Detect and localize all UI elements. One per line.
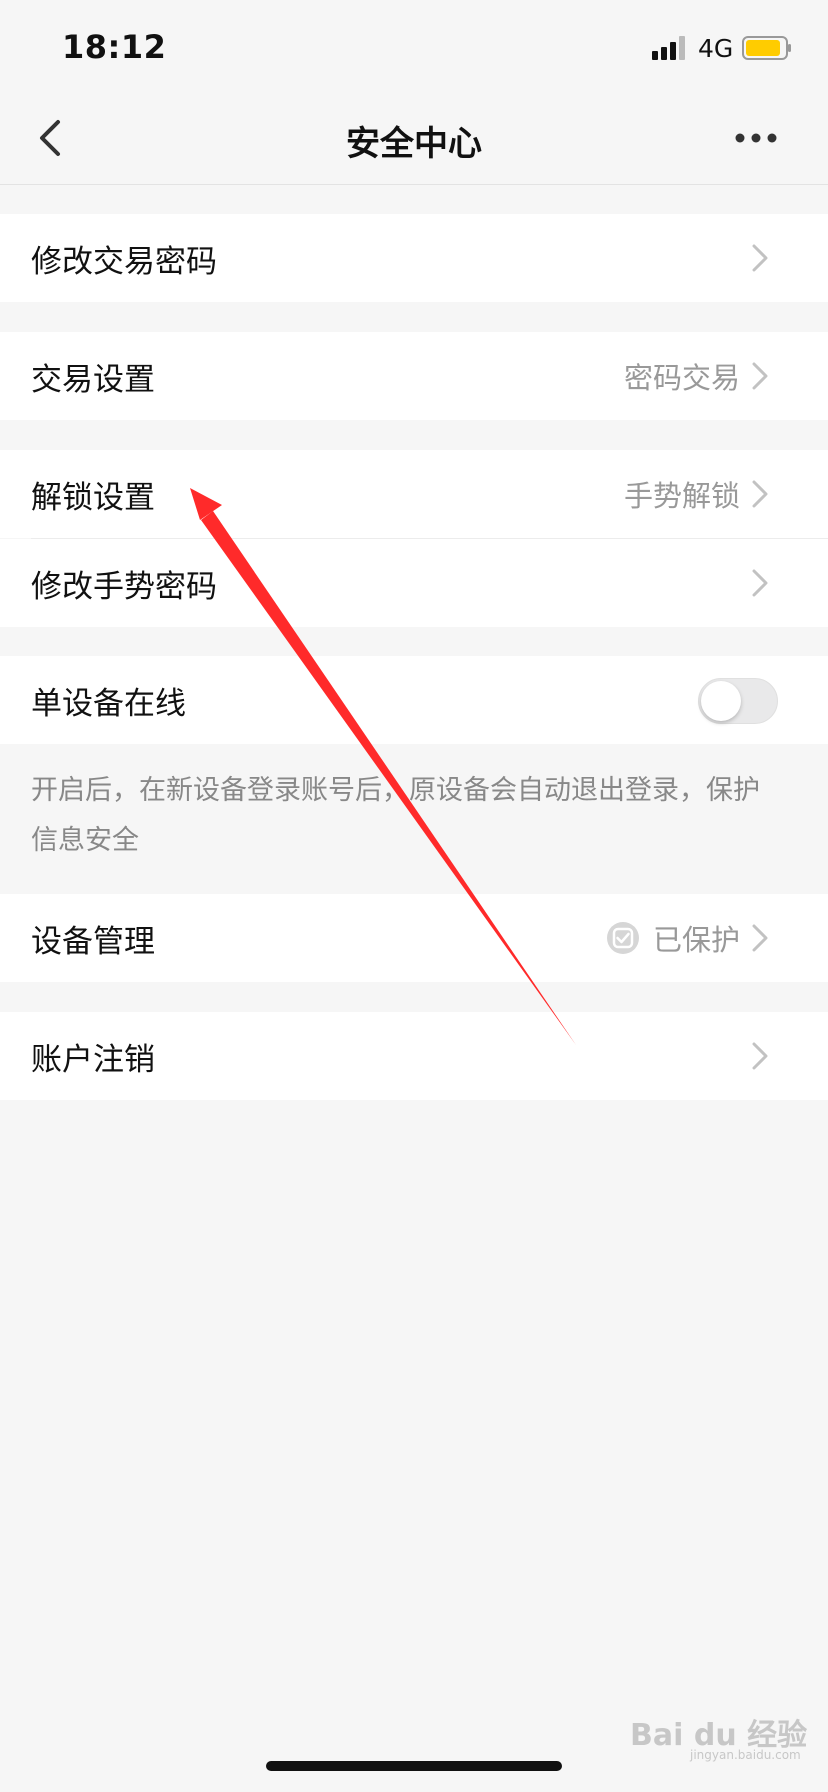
more-dots-icon[interactable]: [732, 118, 780, 158]
baidu-watermark-url: jingyan.baidu.com: [690, 1748, 801, 1762]
single-device-note: 开启后，在新设备登录账号后，原设备会自动退出登录，保护信息安全: [31, 775, 760, 856]
row-label: 解锁设置: [31, 479, 155, 516]
page-title: 安全中心: [346, 124, 482, 164]
home-indicator[interactable]: [266, 1761, 562, 1771]
unlock-settings-row[interactable]: 解锁设置 手势解锁: [0, 450, 828, 538]
signal-icon: [652, 36, 685, 60]
nav-bar: 安全中心: [0, 96, 828, 185]
chevron-right-icon: [752, 569, 768, 597]
change-trade-password-row[interactable]: 修改交易密码: [0, 214, 828, 302]
shield-check-icon: [607, 922, 639, 954]
toggle-knob: [701, 681, 741, 721]
chevron-right-icon: [752, 480, 768, 508]
row-label: 单设备在线: [31, 685, 186, 722]
battery-icon: [742, 36, 791, 60]
row-value: 已保护: [652, 923, 740, 957]
network-type: 4G: [698, 34, 734, 63]
chevron-right-icon: [752, 1042, 768, 1070]
chevron-right-icon: [752, 362, 768, 390]
change-gesture-password-row[interactable]: 修改手势密码: [0, 539, 828, 627]
row-value: 密码交易: [623, 361, 740, 395]
row-label: 交易设置: [31, 361, 155, 398]
chevron-right-icon: [752, 244, 768, 272]
single-device-online-row: 单设备在线: [0, 656, 828, 744]
device-management-row[interactable]: 设备管理 已保护: [0, 894, 828, 982]
chevron-right-icon: [752, 924, 768, 952]
status-time: 18:12: [62, 28, 167, 66]
single-device-toggle[interactable]: [698, 678, 778, 724]
row-label: 账户注销: [31, 1041, 155, 1078]
row-label: 修改手势密码: [31, 568, 217, 605]
row-value: 手势解锁: [623, 479, 740, 513]
row-label: 修改交易密码: [31, 243, 217, 280]
trade-settings-row[interactable]: 交易设置 密码交易: [0, 332, 828, 420]
account-cancel-row[interactable]: 账户注销: [0, 1012, 828, 1100]
status-bar: 18:12 4G: [0, 0, 828, 96]
row-label: 设备管理: [31, 923, 155, 960]
